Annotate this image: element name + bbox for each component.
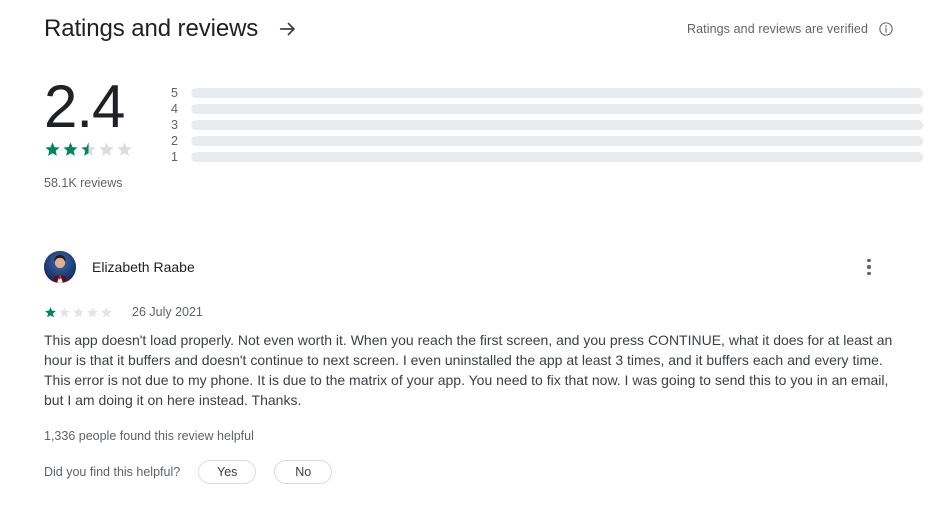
star-icon-5-empty xyxy=(117,142,132,156)
star-icon-1 xyxy=(45,142,60,156)
histogram-track-5 xyxy=(191,88,923,98)
helpful-count-label: 1,336 people found this review helpful xyxy=(44,429,254,443)
review-star-rating xyxy=(44,306,113,319)
histogram-track-3 xyxy=(191,120,923,130)
histogram-label-4: 4 xyxy=(171,102,178,116)
histogram-label-5: 5 xyxy=(171,86,178,100)
review-text: This app doesn't load properly. Not even… xyxy=(44,332,893,408)
review-star-icon-5-empty xyxy=(101,306,112,317)
helpful-no-button[interactable]: No xyxy=(274,460,333,484)
histogram-row-5[interactable]: 5 xyxy=(171,85,923,101)
review-star-icon-2-empty xyxy=(59,306,70,317)
reviewer-name: Elizabeth Raabe xyxy=(92,259,195,275)
kebab-dot xyxy=(867,265,871,269)
kebab-dot xyxy=(867,258,871,263)
review-date: 26 July 2021 xyxy=(132,305,203,319)
histogram-track-4 xyxy=(191,104,923,114)
histogram-track-1 xyxy=(191,152,923,162)
rating-summary: 2.4 58.1K reviews 5 4 3 2 1 xyxy=(44,76,923,190)
average-star-rating xyxy=(44,141,133,158)
review-star-icon-1 xyxy=(45,306,56,317)
kebab-dot xyxy=(867,271,871,276)
review-meta: 26 July 2021 xyxy=(44,305,894,319)
header-title-group: Ratings and reviews xyxy=(44,15,300,43)
verified-label: Ratings and reviews are verified xyxy=(686,22,868,36)
reviewer-avatar xyxy=(44,251,76,283)
review-header: Elizabeth Raabe xyxy=(44,248,894,286)
arrow-right-icon[interactable] xyxy=(276,17,300,41)
histogram-row-1[interactable]: 1 xyxy=(171,149,923,165)
info-circle-icon[interactable] xyxy=(878,21,894,37)
histogram-label-1: 1 xyxy=(171,150,178,164)
more-vertical-icon[interactable] xyxy=(857,255,881,279)
review-count-label: 58.1K reviews xyxy=(44,176,123,190)
histogram-row-4[interactable]: 4 xyxy=(171,101,923,117)
histogram-track-2 xyxy=(191,136,923,146)
star-icon-3-half xyxy=(81,142,96,156)
page-header: Ratings and reviews Ratings and reviews … xyxy=(0,0,938,58)
star-icon-4-empty xyxy=(99,142,114,156)
histogram-row-2[interactable]: 2 xyxy=(171,133,923,149)
helpful-question-label: Did you find this helpful? xyxy=(44,465,181,479)
histogram-row-3[interactable]: 3 xyxy=(171,117,923,133)
helpful-yes-button[interactable]: Yes xyxy=(198,460,257,484)
histogram-label-2: 2 xyxy=(171,134,178,148)
helpful-feedback-row: Did you find this helpful? Yes No xyxy=(44,460,894,484)
review-star-icon-3-empty xyxy=(73,306,84,317)
page-title: Ratings and reviews xyxy=(44,15,259,42)
star-icon-2 xyxy=(63,142,78,156)
histogram-label-3: 3 xyxy=(171,118,178,132)
rating-histogram: 5 4 3 2 1 xyxy=(171,85,923,165)
review-card: Elizabeth Raabe 26 July 2021 This app do… xyxy=(44,248,894,484)
verified-badge: Ratings and reviews are verified xyxy=(687,21,894,37)
average-score: 2.4 xyxy=(44,73,125,140)
score-column: 2.4 58.1K reviews xyxy=(44,76,150,190)
review-star-icon-4-empty xyxy=(87,306,98,317)
